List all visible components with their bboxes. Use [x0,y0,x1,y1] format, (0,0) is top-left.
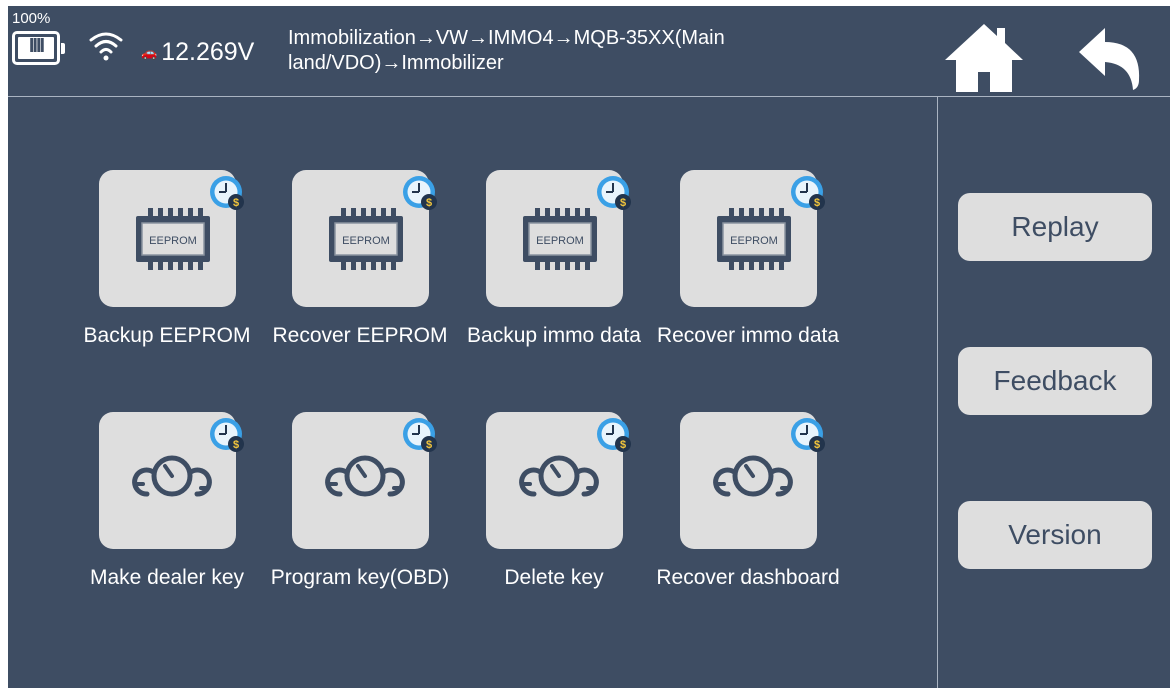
svg-text:EEPROM: EEPROM [342,235,390,247]
key-coins-icon [131,450,213,510]
voltage-readout: 🚗 12.269V [141,38,254,67]
eeprom-chip-icon: EEPROM [522,207,598,271]
voltage-value: 12.269V [161,38,255,66]
tile-label-program-key-obd: Program key(OBD) [270,566,450,589]
tile-label-recover-immo-data: Recover immo data [656,324,840,347]
back-arrow-icon[interactable] [1075,24,1145,94]
tile-label-recover-eeprom: Recover EEPROM [272,324,448,347]
tile-label-recover-dashboard: Recover dashboard [656,566,840,589]
tile-label-make-dealer-key: Make dealer key [89,566,245,589]
key-coins-icon [518,450,600,510]
version-button[interactable]: Version [958,501,1152,569]
eeprom-chip-icon: EEPROM [135,207,211,271]
app-screen: 100% IIII 🚗 12.269V Immobilization→VW→IM… [8,6,1170,688]
panel-divider [937,97,938,688]
eeprom-chip-icon: EEPROM [716,207,792,271]
battery-icon: IIII [12,31,65,65]
key-coins-icon [324,450,406,510]
tile-label-backup-eeprom: Backup EEPROM [83,324,251,347]
replay-button[interactable]: Replay [958,193,1152,261]
program-key-obd-tile[interactable] [292,412,438,549]
battery-percentage: 100% [12,10,51,27]
car-battery-icon: 🚗 [141,44,158,60]
svg-text:EEPROM: EEPROM [149,235,197,247]
timer-coin-badge-icon [402,417,438,453]
svg-text:EEPROM: EEPROM [536,235,584,247]
home-icon[interactable] [943,22,1025,94]
tile-label-delete-key: Delete key [504,566,604,589]
timer-coin-badge-icon [790,175,826,211]
recover-immo-data-tile[interactable]: EEPROM [680,170,826,307]
timer-coin-badge-icon [209,417,245,453]
timer-coin-badge-icon [402,175,438,211]
tile-label-backup-immo-data: Backup immo data [467,324,641,347]
timer-coin-badge-icon [596,417,632,453]
delete-key-tile[interactable] [486,412,632,549]
recover-eeprom-tile[interactable]: EEPROM [292,170,438,307]
feedback-button[interactable]: Feedback [958,347,1152,415]
timer-coin-badge-icon [596,175,632,211]
eeprom-chip-icon: EEPROM [328,207,404,271]
status-bar: 100% IIII 🚗 12.269V Immobilization→VW→IM… [8,6,1170,97]
timer-coin-badge-icon [209,175,245,211]
breadcrumb: Immobilization→VW→IMMO4→MQB-35XX(Main la… [288,27,725,74]
recover-dashboard-tile[interactable] [680,412,826,549]
backup-immo-data-tile[interactable]: EEPROM [486,170,632,307]
timer-coin-badge-icon [790,417,826,453]
svg-text:EEPROM: EEPROM [730,235,778,247]
key-coins-icon [712,450,794,510]
backup-eeprom-tile[interactable]: EEPROM [99,170,245,307]
wifi-icon [89,32,123,61]
make-dealer-key-tile[interactable] [99,412,245,549]
